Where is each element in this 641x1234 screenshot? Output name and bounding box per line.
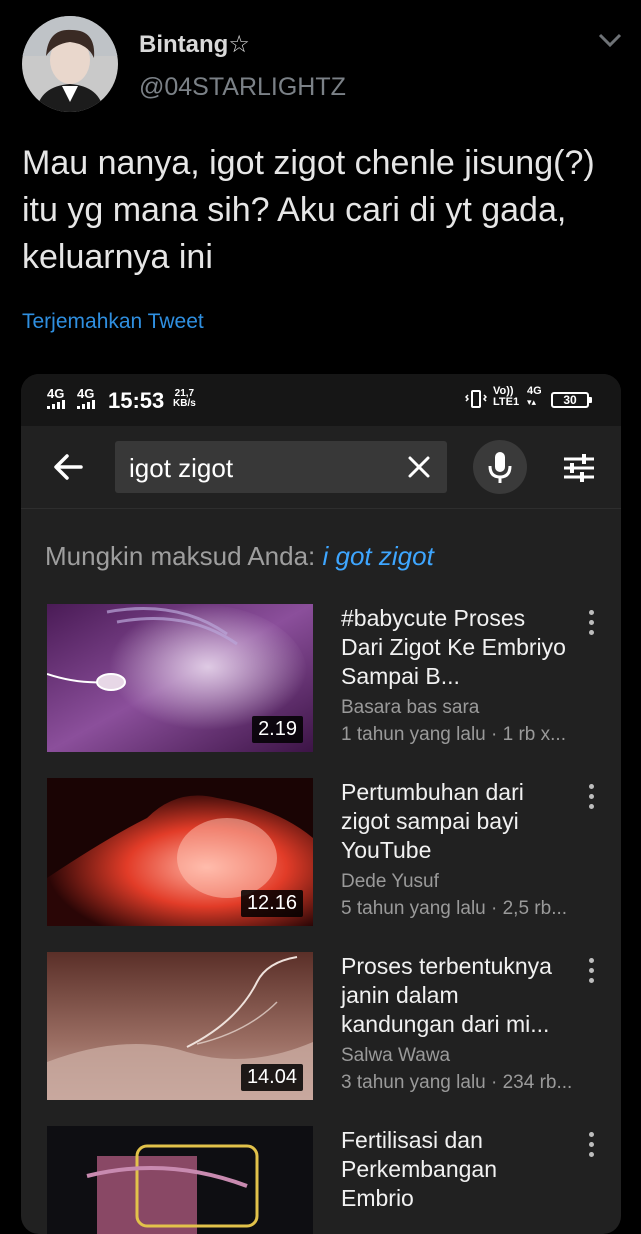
video-thumbnail[interactable]: 2.19 <box>47 604 313 752</box>
video-item[interactable]: 2.19 #babycute Proses Dari Zigot Ke Embr… <box>47 604 607 754</box>
video-thumbnail[interactable] <box>47 1126 313 1234</box>
video-duration: 2.19 <box>252 716 303 743</box>
display-name[interactable]: Bintang☆ <box>139 30 250 59</box>
status-bar: 4G 4G 15:53 21,7 KB/s Vo)) LTE1 4G ▾▴ 30 <box>21 374 621 426</box>
search-bar: igot zigot <box>21 426 621 509</box>
translate-tweet-link[interactable]: Terjemahkan Tweet <box>22 310 204 334</box>
attached-screenshot[interactable]: 4G 4G 15:53 21,7 KB/s Vo)) LTE1 4G ▾▴ 30 <box>21 374 621 1234</box>
video-channel[interactable]: Basara bas sara <box>341 697 479 719</box>
tweet-text: Mau nanya, igot zigot chenle jisung(?) i… <box>22 144 595 276</box>
video-title[interactable]: Proses terbentuknya janin dalam kandunga… <box>341 952 571 1039</box>
more-vertical-icon[interactable] <box>581 782 601 812</box>
chevron-down-icon[interactable] <box>596 30 624 50</box>
video-duration: 14.04 <box>240 1064 303 1091</box>
arrow-left-icon[interactable] <box>51 450 85 484</box>
search-input[interactable]: igot zigot <box>115 441 447 493</box>
did-you-mean: Mungkin maksud Anda: i got zigot <box>45 541 434 572</box>
suggestion-link[interactable]: i got zigot <box>323 541 434 571</box>
vibrate-icon <box>464 388 488 413</box>
video-title[interactable]: Pertumbuhan dari zigot sampai bayi YouTu… <box>341 778 571 865</box>
video-thumbnail[interactable]: 14.04 <box>47 952 313 1100</box>
microphone-icon[interactable] <box>473 440 527 494</box>
video-item[interactable]: 12.16 Pertumbuhan dari zigot sampai bayi… <box>47 778 607 928</box>
video-title[interactable]: #babycute Proses Dari Zigot Ke Embriyo S… <box>341 604 571 691</box>
search-query[interactable]: igot zigot <box>129 453 233 484</box>
video-duration: 12.16 <box>240 890 303 917</box>
network-speed: 21,7 KB/s <box>173 388 196 409</box>
video-item[interactable]: Fertilisasi dan Perkembangan Embrio <box>47 1126 607 1234</box>
video-channel[interactable]: Dede Yusuf <box>341 871 439 893</box>
user-handle[interactable]: @04STARLIGHTZ <box>139 73 346 102</box>
filter-sliders-icon[interactable] <box>562 451 596 485</box>
battery-indicator: 30 <box>551 392 592 408</box>
sim1-signal: 4G <box>47 387 67 410</box>
clock: 15:53 <box>108 388 165 413</box>
volte-indicator: Vo)) LTE1 <box>493 385 520 408</box>
suggestion-prefix: Mungkin maksud Anda: <box>45 541 323 571</box>
video-item[interactable]: 14.04 Proses terbentuknya janin dalam ka… <box>47 952 607 1102</box>
more-vertical-icon[interactable] <box>581 1130 601 1160</box>
video-meta: 3 tahun yang lalu · 234 rb... <box>341 1072 573 1093</box>
more-vertical-icon[interactable] <box>581 608 601 638</box>
avatar[interactable] <box>22 16 118 112</box>
close-icon[interactable] <box>407 455 431 479</box>
more-vertical-icon[interactable] <box>581 956 601 986</box>
video-channel[interactable]: Salwa Wawa <box>341 1045 450 1067</box>
sim2-signal: 4G <box>77 387 97 410</box>
network-type: 4G ▾▴ <box>527 385 542 408</box>
video-thumbnail[interactable]: 12.16 <box>47 778 313 926</box>
video-meta: 5 tahun yang lalu · 2,5 rb... <box>341 898 568 919</box>
video-meta: 1 tahun yang lalu · 1 rb x... <box>341 724 566 745</box>
